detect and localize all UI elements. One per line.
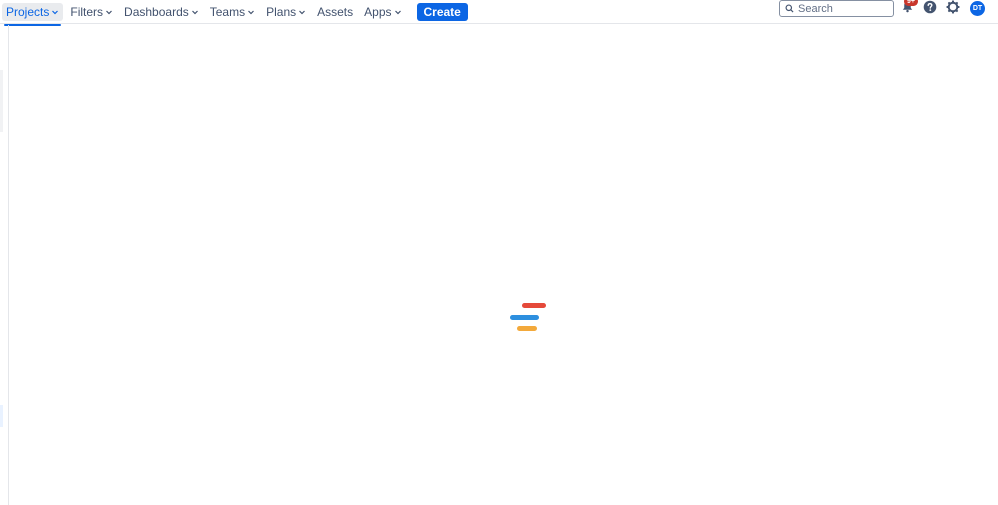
- search-icon: [785, 0, 794, 18]
- user-avatar[interactable]: DT: [970, 1, 985, 16]
- nav-apps-label: Apps: [364, 5, 392, 19]
- chevron-down-icon: [105, 8, 113, 16]
- chevron-down-icon: [298, 8, 306, 16]
- create-button[interactable]: Create: [416, 3, 468, 21]
- loader-bar: [522, 303, 546, 308]
- nav-teams-label: Teams: [209, 5, 246, 19]
- help-button[interactable]: [922, 0, 938, 19]
- loader-bar: [517, 326, 537, 331]
- nav-dashboards[interactable]: Dashboards: [120, 3, 203, 21]
- sidebar-divider: [8, 25, 9, 505]
- nav-projects[interactable]: Projects: [2, 3, 64, 26]
- gear-icon: [946, 0, 960, 19]
- chevron-down-icon: [51, 8, 59, 16]
- search-box[interactable]: [779, 0, 894, 17]
- nav-dashboards-label: Dashboards: [124, 5, 189, 19]
- loading-spinner: [509, 302, 547, 334]
- nav-assets[interactable]: Assets: [313, 3, 357, 21]
- sidebar-collapsed-section: [0, 405, 3, 427]
- nav-filters[interactable]: Filters: [66, 3, 117, 21]
- nav-apps[interactable]: Apps: [360, 3, 405, 21]
- help-icon: [923, 0, 937, 19]
- nav-teams[interactable]: Teams: [206, 3, 259, 21]
- chevron-down-icon: [394, 8, 402, 16]
- primary-nav: Projects Filters Dashboards Teams Plans …: [2, 0, 468, 26]
- nav-plans[interactable]: Plans: [262, 3, 310, 21]
- nav-plans-label: Plans: [266, 5, 297, 19]
- chevron-down-icon: [191, 8, 199, 16]
- nav-projects-label: Projects: [6, 5, 50, 19]
- chevron-down-icon: [247, 8, 255, 16]
- search-input[interactable]: [794, 2, 888, 15]
- loader-bar: [510, 315, 539, 320]
- notification-badge: 9+: [904, 0, 918, 6]
- sidebar-collapsed-section: [0, 70, 3, 132]
- top-navigation-bar: Projects Filters Dashboards Teams Plans …: [0, 0, 998, 26]
- nav-assets-label: Assets: [317, 5, 354, 19]
- nav-filters-label: Filters: [70, 5, 104, 19]
- settings-button[interactable]: [945, 0, 961, 19]
